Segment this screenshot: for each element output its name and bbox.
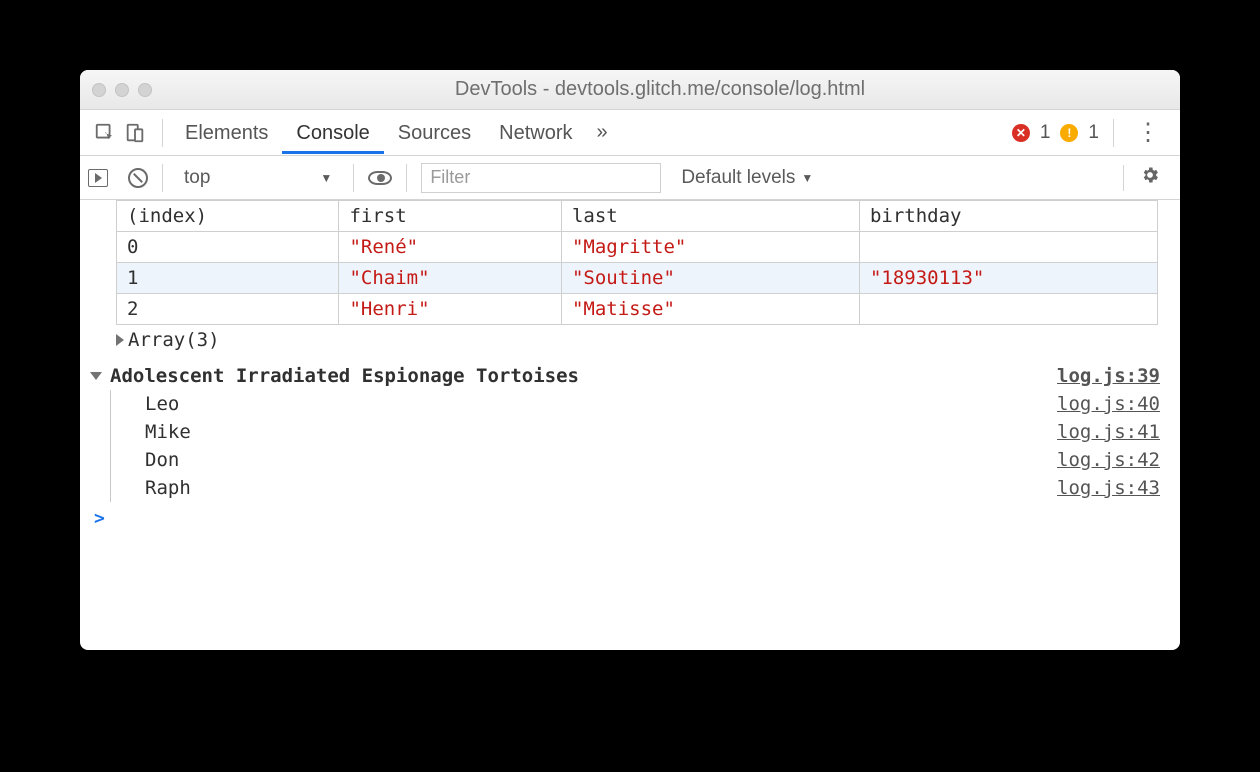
table-row[interactable]: 2 "Henri" "Matisse" — [117, 294, 1158, 325]
live-expression-icon[interactable] — [368, 171, 392, 185]
source-link[interactable]: log.js:42 — [1057, 449, 1160, 471]
context-selector[interactable]: top ▼ — [177, 163, 339, 193]
kebab-menu-icon[interactable]: ⋮ — [1122, 118, 1174, 147]
titlebar: DevTools - devtools.glitch.me/console/lo… — [80, 70, 1180, 110]
tab-console[interactable]: Console — [282, 112, 383, 154]
traffic-lights — [92, 83, 152, 97]
th-last[interactable]: last — [561, 201, 859, 232]
th-index[interactable]: (index) — [117, 201, 339, 232]
more-tabs-icon[interactable]: » — [587, 121, 618, 144]
tab-network[interactable]: Network — [485, 112, 586, 154]
log-levels-selector[interactable]: Default levels ▼ — [681, 167, 813, 189]
divider — [162, 119, 163, 147]
warning-badge-icon: ! — [1060, 124, 1078, 142]
error-badge-icon: ✕ — [1012, 124, 1030, 142]
source-link[interactable]: log.js:39 — [1057, 365, 1160, 387]
console-toolbar: top ▼ Default levels ▼ — [80, 156, 1180, 200]
minimize-dot[interactable] — [115, 83, 129, 97]
log-row: Raph log.js:43 — [111, 474, 1180, 502]
table-row[interactable]: 1 "Chaim" "Soutine" "18930113" — [117, 263, 1158, 294]
error-count: 1 — [1040, 122, 1051, 144]
warning-count: 1 — [1088, 122, 1099, 144]
th-first[interactable]: first — [339, 201, 561, 232]
th-birthday[interactable]: birthday — [859, 201, 1157, 232]
log-row: Leo log.js:40 — [111, 390, 1180, 418]
console-output: (index) first last birthday 0 "René" "Ma… — [80, 200, 1180, 650]
status-counts[interactable]: ✕ 1 ! 1 — [1012, 122, 1105, 144]
divider — [1113, 119, 1114, 147]
log-row: Mike log.js:41 — [111, 418, 1180, 446]
tab-elements[interactable]: Elements — [171, 112, 282, 154]
divider — [406, 164, 407, 192]
clear-console-icon[interactable] — [128, 168, 148, 188]
main-tabs: Elements Console Sources Network » ✕ 1 !… — [80, 110, 1180, 156]
disclosure-down-icon — [90, 372, 102, 380]
console-prompt[interactable]: > — [80, 502, 1180, 529]
inspect-element-icon[interactable] — [94, 122, 116, 144]
source-link[interactable]: log.js:40 — [1057, 393, 1160, 415]
log-row: Don log.js:42 — [111, 446, 1180, 474]
console-group-body: Leo log.js:40 Mike log.js:41 Don log.js:… — [110, 390, 1180, 502]
context-label: top — [184, 167, 210, 189]
console-group-header[interactable]: Adolescent Irradiated Espionage Tortoise… — [80, 357, 1180, 390]
close-dot[interactable] — [92, 83, 106, 97]
devtools-window: DevTools - devtools.glitch.me/console/lo… — [80, 70, 1180, 650]
divider — [353, 164, 354, 192]
chevron-down-icon: ▼ — [320, 171, 332, 185]
table-row[interactable]: 0 "René" "Magritte" — [117, 232, 1158, 263]
filter-input[interactable] — [421, 163, 661, 193]
chevron-down-icon: ▼ — [801, 171, 813, 185]
gear-icon[interactable] — [1123, 165, 1172, 191]
array-summary[interactable]: Array(3) — [80, 327, 1180, 357]
device-toggle-icon[interactable] — [124, 122, 146, 144]
source-link[interactable]: log.js:43 — [1057, 477, 1160, 499]
console-table: (index) first last birthday 0 "René" "Ma… — [116, 200, 1158, 325]
show-drawer-icon[interactable] — [88, 169, 108, 187]
disclosure-right-icon — [116, 334, 124, 346]
window-title: DevTools - devtools.glitch.me/console/lo… — [152, 78, 1168, 101]
zoom-dot[interactable] — [138, 83, 152, 97]
group-label: Adolescent Irradiated Espionage Tortoise… — [110, 365, 1057, 387]
divider — [162, 164, 163, 192]
levels-label: Default levels — [681, 167, 795, 189]
tab-sources[interactable]: Sources — [384, 112, 485, 154]
source-link[interactable]: log.js:41 — [1057, 421, 1160, 443]
